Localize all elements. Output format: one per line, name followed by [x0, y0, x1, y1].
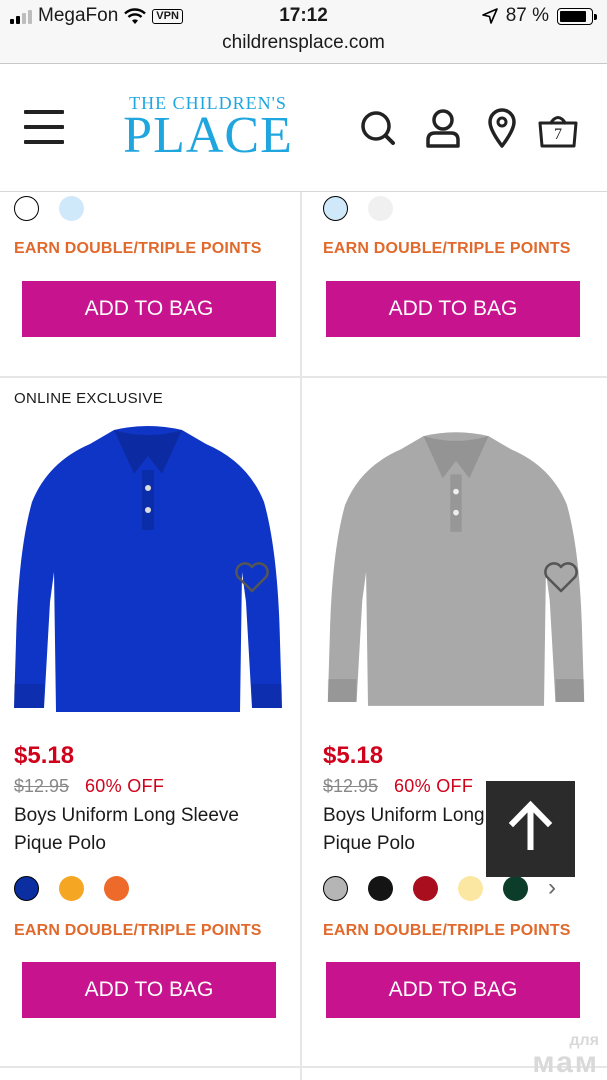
chevron-right-icon[interactable]: ›	[548, 874, 556, 902]
sale-price: $5.18	[323, 742, 384, 769]
add-to-bag-button[interactable]: ADD TO BAG	[326, 962, 580, 1018]
product-card: ONLINE EXCLUSIVE $5.18 $12.95 60% OFF Bo…	[0, 378, 300, 1066]
original-price: $12.95	[323, 776, 379, 796]
product-card: EARN DOUBLE/TRIPLE POINTS ADD TO BAG	[0, 192, 300, 376]
add-to-bag-button[interactable]: ADD TO BAG	[22, 281, 276, 337]
color-swatches	[14, 196, 84, 221]
add-to-bag-button[interactable]: ADD TO BAG	[22, 962, 276, 1018]
original-price: $12.95	[14, 776, 70, 796]
color-swatch[interactable]	[323, 196, 348, 221]
color-swatch[interactable]	[59, 876, 84, 901]
battery-icon	[557, 7, 597, 25]
color-swatch[interactable]	[458, 876, 483, 901]
location-pin-icon[interactable]	[487, 108, 517, 148]
shopping-bag-icon[interactable]: 7	[537, 112, 579, 150]
wishlist-heart-icon[interactable]	[543, 562, 579, 594]
color-swatch[interactable]	[104, 876, 129, 901]
color-swatch[interactable]	[59, 196, 84, 221]
site-logo[interactable]: THE CHILDREN'S PLACE	[118, 94, 298, 164]
color-swatch[interactable]	[368, 196, 393, 221]
product-name[interactable]: Boys Uniform Long Sleeve Pique Polo	[14, 802, 284, 858]
battery-percent: 87 %	[505, 5, 549, 26]
discount-label: 60% OFF	[85, 776, 165, 796]
earn-points-label: EARN DOUBLE/TRIPLE POINTS	[323, 240, 571, 257]
product-card: $5.18 $12.95 60% OFF Boys Uniform Long S…	[302, 378, 602, 1066]
earn-points-label: EARN DOUBLE/TRIPLE POINTS	[323, 922, 571, 939]
sale-price: $5.18	[14, 742, 75, 769]
wishlist-heart-icon[interactable]	[234, 562, 270, 594]
color-swatch[interactable]	[413, 876, 438, 901]
color-swatches	[323, 876, 528, 901]
logo-main-text: PLACE	[123, 107, 293, 164]
search-icon[interactable]	[360, 108, 396, 148]
add-to-bag-button[interactable]: ADD TO BAG	[326, 281, 580, 337]
product-card: EARN DOUBLE/TRIPLE POINTS ADD TO BAG	[302, 192, 602, 376]
color-swatch[interactable]	[14, 196, 39, 221]
back-to-top-button[interactable]	[486, 781, 575, 877]
site-header: THE CHILDREN'S PLACE 7	[0, 64, 607, 192]
color-swatches	[14, 876, 129, 901]
color-swatches	[323, 196, 393, 221]
status-right: 87 %	[481, 5, 597, 27]
location-arrow-icon	[481, 8, 498, 24]
online-exclusive-badge: ONLINE EXCLUSIVE	[14, 390, 164, 407]
battery-fill	[560, 10, 587, 22]
status-bar: MegaFon VPN 17:12 87 %	[0, 0, 607, 32]
grid-divider-horizontal	[0, 1066, 607, 1068]
account-icon[interactable]	[425, 108, 461, 148]
color-swatch[interactable]	[368, 876, 393, 901]
earn-points-label: EARN DOUBLE/TRIPLE POINTS	[14, 922, 262, 939]
color-swatch[interactable]	[14, 876, 39, 901]
url-bar[interactable]: childrensplace.com	[0, 30, 607, 64]
product-grid: EARN DOUBLE/TRIPLE POINTS ADD TO BAG EAR…	[0, 192, 607, 1080]
arrow-up-icon	[508, 800, 553, 850]
cart-count: 7	[554, 126, 562, 143]
discount-label: 60% OFF	[394, 776, 474, 796]
menu-icon[interactable]	[24, 110, 64, 144]
color-swatch[interactable]	[503, 876, 528, 901]
earn-points-label: EARN DOUBLE/TRIPLE POINTS	[14, 240, 262, 257]
watermark: для мам	[532, 1030, 599, 1079]
color-swatch[interactable]	[323, 876, 348, 901]
watermark-bottom: мам	[532, 1046, 599, 1079]
